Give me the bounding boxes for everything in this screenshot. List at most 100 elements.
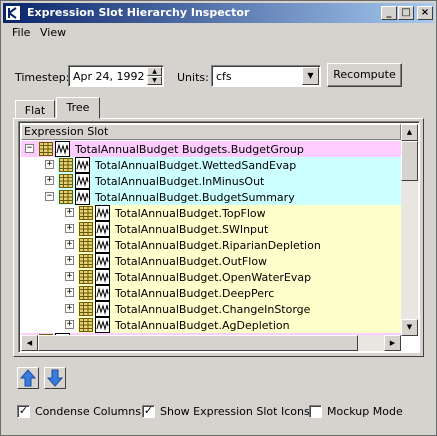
- expand-icon[interactable]: +: [65, 224, 74, 233]
- waveform-icon: [75, 157, 90, 173]
- move-up-button[interactable]: [17, 367, 39, 389]
- tree-rows: − TotalAnnualBudget Budgets.BudgetGroup + T…: [21, 141, 401, 336]
- tree-row[interactable]: + TotalAnnualBudget.InMinusOut: [21, 173, 401, 189]
- waveform-icon: [95, 205, 110, 221]
- inspector-window: Expression Slot Hierarchy Inspector _ □ …: [0, 0, 437, 436]
- waveform-icon: [95, 221, 110, 237]
- show-icons-checkbox[interactable]: ✓: [142, 405, 155, 418]
- maximize-button[interactable]: □: [398, 6, 414, 20]
- waveform-icon: [55, 141, 70, 157]
- expand-icon[interactable]: +: [65, 256, 74, 265]
- grid-icon: [59, 190, 73, 204]
- grid-icon: [79, 286, 93, 300]
- tree-row-label: TotalAnnualBudget.ChangeInStorge: [115, 303, 311, 316]
- timestep-value: Apr 24, 1992: [73, 70, 145, 83]
- chevron-down-icon[interactable]: ▼: [302, 67, 319, 85]
- tree-row-label: TotalAnnualBudget.DeepPerc: [115, 287, 275, 300]
- tree-row[interactable]: + TotalAnnualBudget.WettedSandEvap: [21, 157, 401, 173]
- grid-icon: [79, 302, 93, 316]
- tree-row[interactable]: + TotalAnnualBudget.SWInput: [21, 221, 401, 237]
- down-arrow-icon: [46, 369, 64, 387]
- horizontal-scrollbar[interactable]: ◀ ▶: [21, 335, 401, 351]
- expand-icon[interactable]: +: [65, 240, 74, 249]
- menu-view[interactable]: View: [38, 26, 68, 39]
- tree-row[interactable]: + TotalAnnualBudget.RiparianDepletion: [21, 237, 401, 253]
- minimize-button[interactable]: _: [381, 6, 397, 20]
- units-value: cfs: [216, 70, 232, 83]
- app-icon: [5, 5, 21, 21]
- close-button[interactable]: ×: [417, 6, 433, 20]
- units-select[interactable]: cfs ▼: [211, 65, 321, 87]
- menu-bar: File View: [3, 24, 434, 42]
- menu-file[interactable]: File: [10, 26, 32, 39]
- tree-row-label: TotalAnnualBudget.OutFlow: [115, 255, 268, 268]
- spin-down-icon[interactable]: ▼: [147, 76, 162, 85]
- mockup-mode-label: Mockup Mode: [327, 405, 403, 418]
- tree-row-label: TotalAnnualBudget.TopFlow: [115, 207, 266, 220]
- up-arrow-icon: [19, 369, 37, 387]
- scroll-down-icon[interactable]: ▼: [401, 319, 418, 336]
- waveform-icon: [75, 173, 90, 189]
- tree-row[interactable]: − TotalAnnualBudget.BudgetSummary: [21, 189, 401, 205]
- vertical-scrollbar[interactable]: ▲ ▼: [401, 124, 418, 336]
- tree-row-label: TotalAnnualBudget.OpenWaterEvap: [115, 271, 312, 284]
- tree-row[interactable]: + TotalAnnualBudget.OpenWaterEvap: [21, 269, 401, 285]
- collapse-icon[interactable]: −: [45, 192, 54, 201]
- vertical-scroll-thumb[interactable]: [401, 141, 418, 181]
- tree-row[interactable]: + TotalAnnualBudget.TopFlow: [21, 205, 401, 221]
- waveform-icon: [95, 301, 110, 317]
- waveform-icon: [95, 317, 110, 333]
- horizontal-scroll-thumb[interactable]: [38, 335, 358, 351]
- mockup-mode-checkbox[interactable]: [309, 405, 322, 418]
- expand-icon[interactable]: +: [65, 320, 74, 329]
- units-label: Units:: [177, 71, 209, 84]
- title-bar[interactable]: Expression Slot Hierarchy Inspector _ □ …: [3, 3, 434, 23]
- tree-row[interactable]: + TotalAnnualBudget.ChangeInStorge: [21, 301, 401, 317]
- slot-tree[interactable]: Expression Slot − TotalAnnualBudget Budge…: [18, 121, 420, 353]
- tree-row-label: TotalAnnualBudget.RiparianDepletion: [115, 239, 321, 252]
- timestep-field[interactable]: Apr 24, 1992 ▲ ▼: [68, 65, 164, 87]
- grid-icon: [79, 254, 93, 268]
- column-header[interactable]: Expression Slot: [21, 124, 401, 140]
- condense-columns-label: Condense Columns: [35, 405, 141, 418]
- window-title: Expression Slot Hierarchy Inspector: [27, 6, 250, 19]
- tab-tree[interactable]: Tree: [56, 97, 100, 119]
- waveform-icon: [95, 285, 110, 301]
- spin-up-icon[interactable]: ▲: [147, 67, 162, 76]
- recompute-button[interactable]: Recompute: [327, 63, 402, 87]
- expand-icon[interactable]: +: [45, 176, 54, 185]
- tree-row-label: TotalAnnualBudget.SWInput: [115, 223, 269, 236]
- scroll-left-icon[interactable]: ◀: [21, 335, 38, 351]
- waveform-icon: [95, 237, 110, 253]
- expand-icon[interactable]: +: [65, 288, 74, 297]
- grid-icon: [79, 238, 93, 252]
- move-down-button[interactable]: [44, 367, 66, 389]
- condense-columns-checkbox[interactable]: ✓: [17, 405, 30, 418]
- tree-row[interactable]: + TotalAnnualBudget.DeepPerc: [21, 285, 401, 301]
- grid-icon: [59, 158, 73, 172]
- grid-icon: [59, 174, 73, 188]
- expand-icon[interactable]: +: [65, 208, 74, 217]
- expand-icon[interactable]: +: [65, 272, 74, 281]
- grid-icon: [79, 318, 93, 332]
- grid-icon: [79, 222, 93, 236]
- timestep-label: Timestep:: [15, 71, 70, 84]
- grid-icon: [79, 206, 93, 220]
- tree-row-label: TotalAnnualBudget.WettedSandEvap: [95, 159, 297, 172]
- waveform-icon: [95, 253, 110, 269]
- expand-icon[interactable]: +: [45, 160, 54, 169]
- grid-icon: [39, 142, 53, 156]
- waveform-icon: [75, 189, 90, 205]
- tree-row[interactable]: − TotalAnnualBudget Budgets.BudgetGroup: [21, 141, 401, 157]
- tree-row-label: TotalAnnualBudget.BudgetSummary: [95, 191, 295, 204]
- tree-row-label: TotalAnnualBudget.AgDepletion: [115, 319, 290, 332]
- scroll-up-icon[interactable]: ▲: [401, 124, 418, 141]
- expand-icon[interactable]: +: [65, 304, 74, 313]
- timestep-spinner[interactable]: ▲ ▼: [147, 67, 162, 85]
- show-icons-label: Show Expression Slot Icons: [160, 405, 310, 418]
- tree-row[interactable]: + TotalAnnualBudget.AgDepletion: [21, 317, 401, 333]
- scroll-right-icon[interactable]: ▶: [384, 335, 401, 351]
- tab-flat[interactable]: Flat: [15, 100, 55, 118]
- tree-row[interactable]: + TotalAnnualBudget.OutFlow: [21, 253, 401, 269]
- collapse-icon[interactable]: −: [25, 144, 34, 153]
